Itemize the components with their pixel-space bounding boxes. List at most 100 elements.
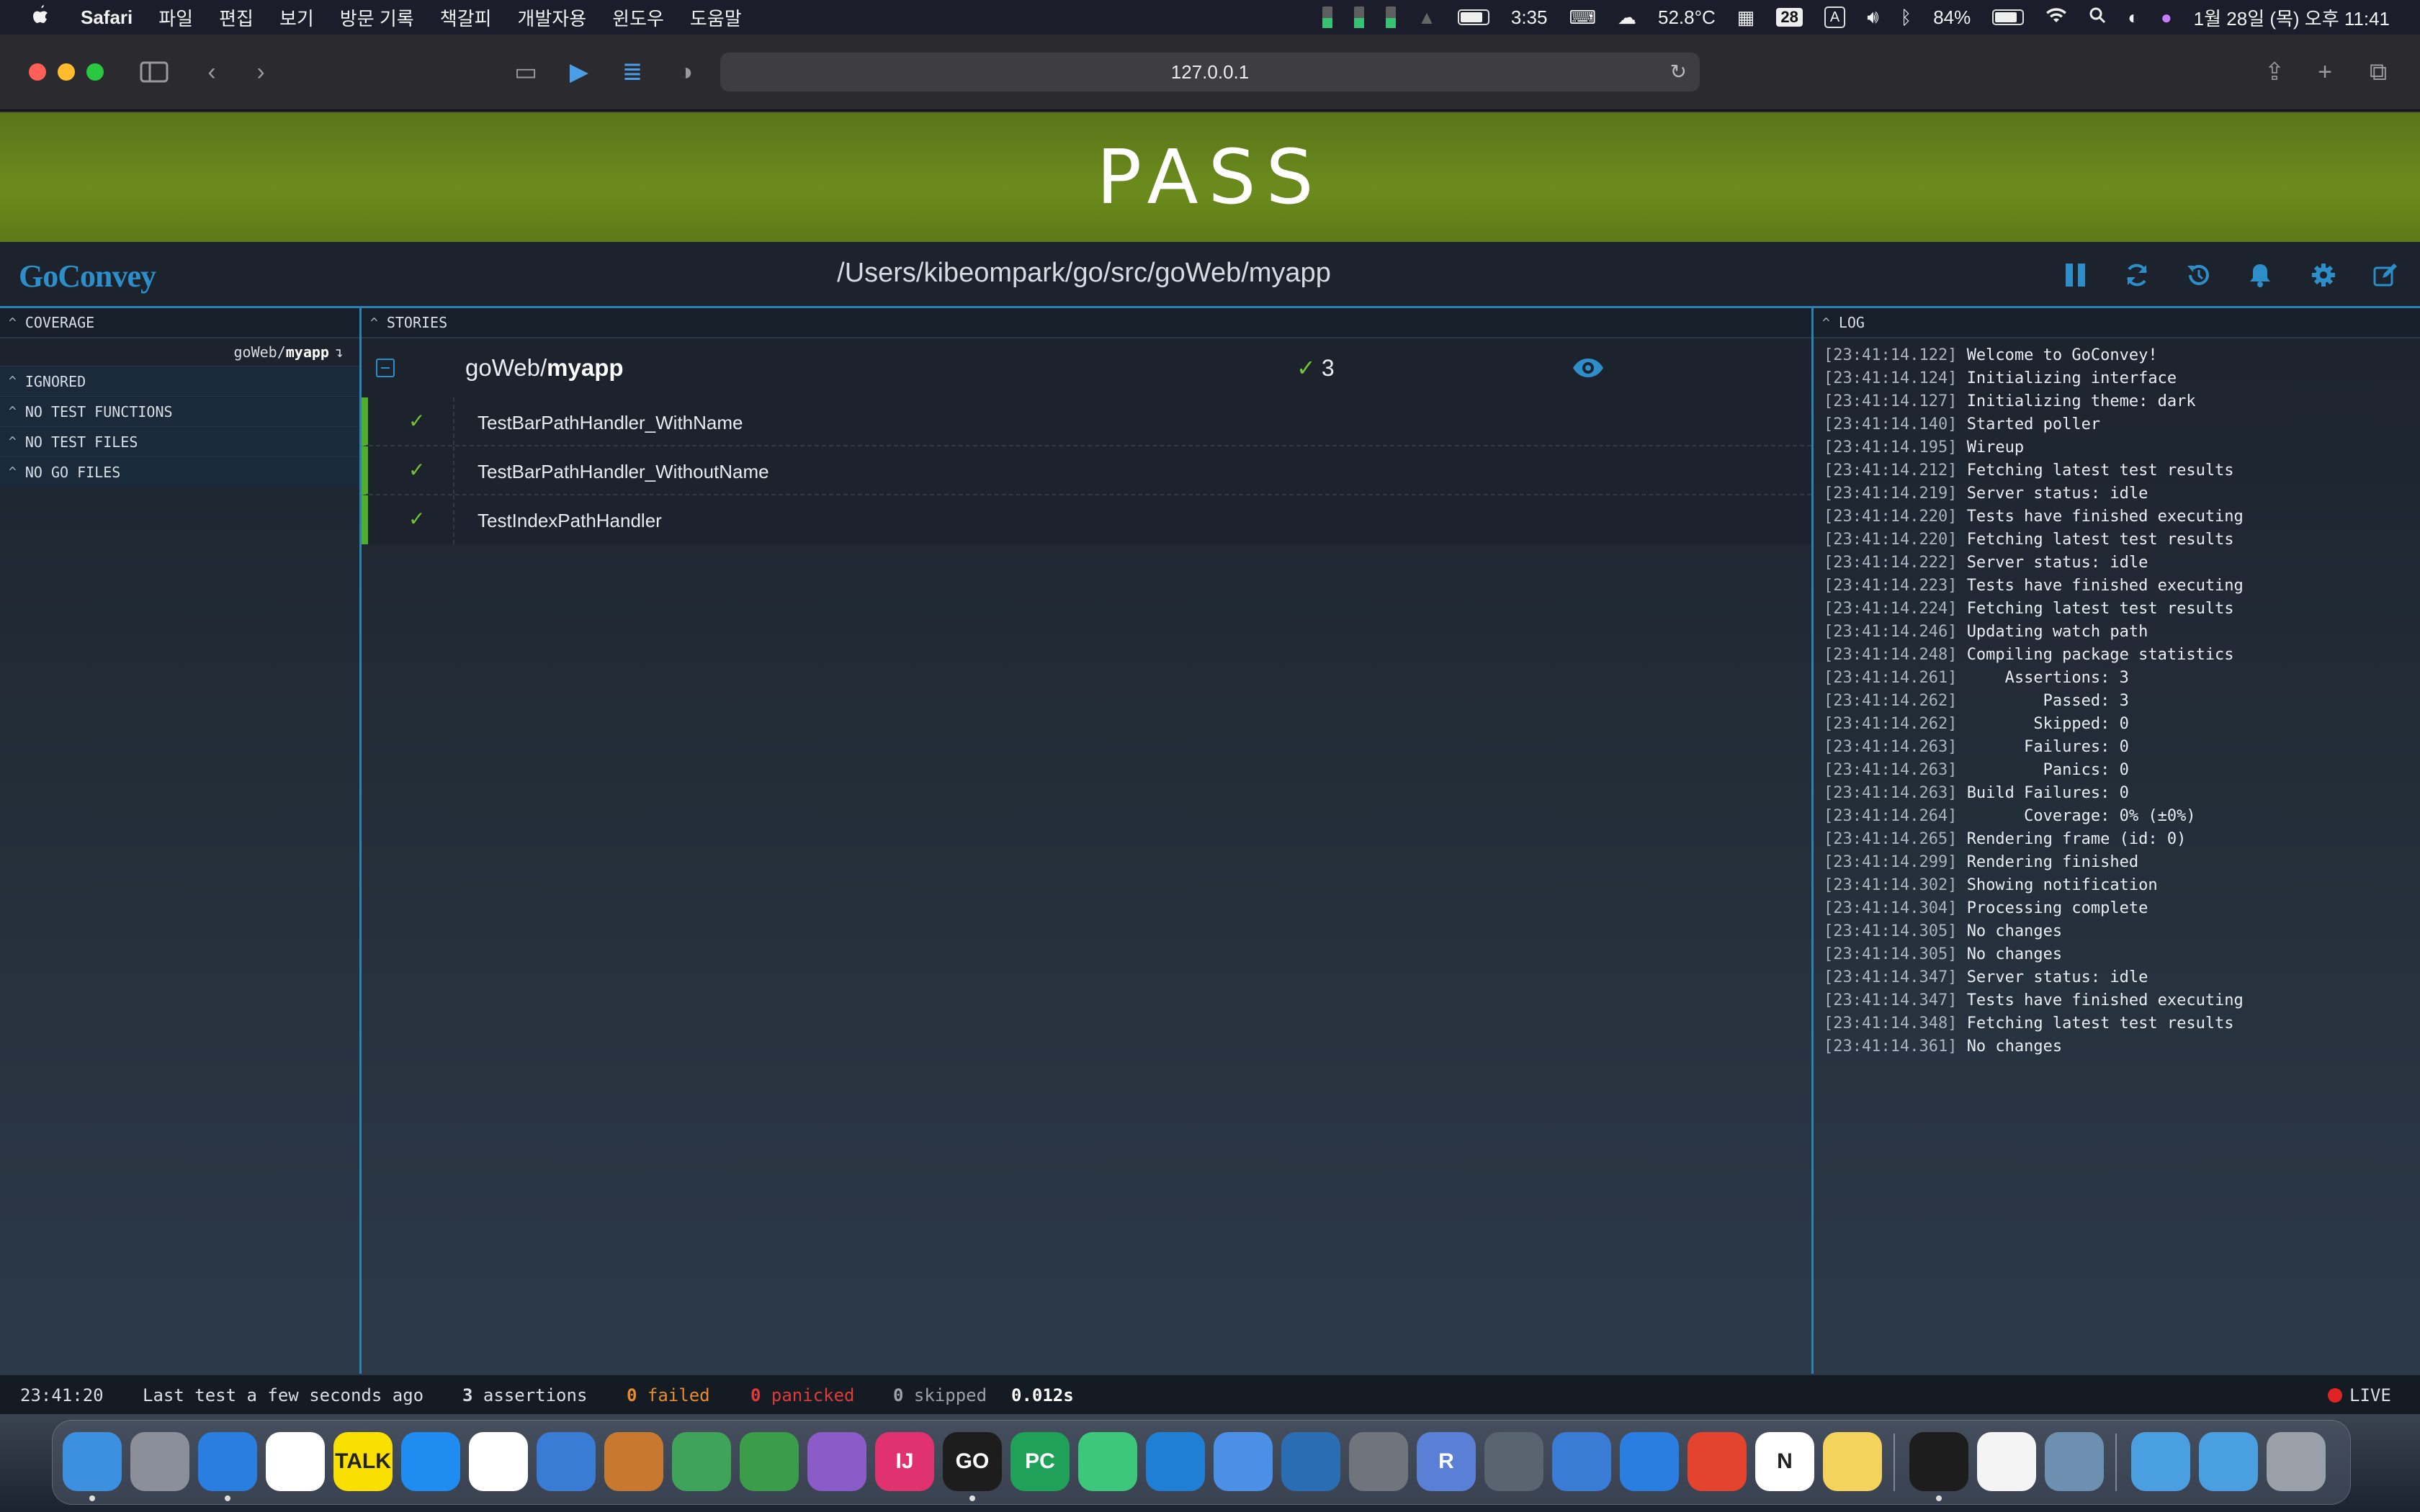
test-row[interactable]: ✓ TestBarPathHandler_WithoutName (362, 446, 1811, 495)
play-extension-icon[interactable]: ▶ (563, 56, 595, 88)
coverage-package-row[interactable]: goWeb/myapp ↴ (0, 338, 359, 366)
gear-icon[interactable] (2306, 258, 2341, 292)
settings-wheel-icon[interactable] (1281, 1432, 1340, 1491)
menu-help[interactable]: 도움말 (690, 4, 742, 31)
reload-icon[interactable]: ↻ (1670, 60, 1687, 84)
forward-icon[interactable]: › (245, 56, 277, 88)
kakaotalk-icon[interactable]: TALK (333, 1432, 393, 1491)
menu-view[interactable]: 보기 (279, 4, 314, 31)
apple-menu-icon[interactable] (30, 4, 59, 31)
back-icon[interactable]: ‹ (196, 56, 228, 88)
pause-icon[interactable] (2058, 258, 2093, 292)
privacy-shield-icon[interactable]: ◑ (670, 56, 702, 88)
vscode-icon[interactable] (1146, 1432, 1205, 1491)
test-row[interactable]: ✓ TestIndexPathHandler (362, 495, 1811, 544)
menu-develop[interactable]: 개발자용 (517, 4, 586, 31)
cpu-meter-icon[interactable] (1354, 6, 1365, 28)
log-header[interactable]: ^ LOG (1814, 308, 2420, 338)
downloads-folder-icon[interactable] (2199, 1432, 2258, 1491)
r-icon[interactable]: R (1417, 1432, 1476, 1491)
battery-percent[interactable]: 84% (1933, 6, 1971, 29)
calendar-badge[interactable]: 28 (1776, 8, 1803, 27)
no-test-files-section[interactable]: ^ NO TEST FILES (0, 426, 359, 456)
mountain-icon[interactable]: ▲ (1417, 6, 1436, 29)
live-indicator[interactable]: LIVE (2328, 1385, 2391, 1405)
coverage-header[interactable]: ^ COVERAGE (0, 308, 359, 338)
atom-icon[interactable] (672, 1432, 731, 1491)
intellij-icon[interactable]: IJ (875, 1432, 934, 1491)
tortoise-icon[interactable] (604, 1432, 663, 1491)
stack-extension-icon[interactable]: ≣ (617, 56, 648, 88)
trash-icon[interactable] (2267, 1432, 2326, 1491)
battery-icon[interactable] (1992, 9, 2025, 25)
open-package-icon[interactable]: ↴ (335, 343, 344, 361)
spotlight-search-icon[interactable] (2089, 6, 2106, 29)
pycharm-icon[interactable]: PC (1010, 1432, 1070, 1491)
keyboard-icon[interactable]: ⌨ (1569, 6, 1596, 29)
folder-icon[interactable] (2131, 1432, 2190, 1491)
terminal-icon[interactable] (1909, 1432, 1968, 1491)
android-studio-icon[interactable] (1078, 1432, 1137, 1491)
widgets-icon[interactable]: ▦ (1737, 6, 1755, 29)
finder-icon[interactable] (63, 1432, 122, 1491)
menu-history[interactable]: 방문 기록 (340, 4, 414, 31)
stickies-icon[interactable] (1823, 1432, 1882, 1491)
menu-file[interactable]: 파일 (158, 4, 193, 31)
menubar-datetime[interactable]: 1월 28일 (목) 오후 11:41 (2194, 4, 2390, 31)
chrome-icon[interactable] (266, 1432, 325, 1491)
menubar-clock[interactable]: 3:35 (1511, 6, 1548, 29)
refresh-icon[interactable] (2120, 258, 2154, 292)
apple-app-icon[interactable] (1620, 1432, 1679, 1491)
volume-icon[interactable]: 🔊︎ (1867, 6, 1878, 29)
cloud-icon[interactable]: ☁ (1618, 6, 1636, 29)
eye-icon[interactable] (1572, 357, 1605, 382)
control-center-icon[interactable]: ◐ (2128, 6, 2139, 29)
system-preferences-icon[interactable] (1349, 1432, 1408, 1491)
new-tab-icon[interactable]: + (2309, 56, 2341, 88)
preview-icon[interactable] (2045, 1432, 2104, 1491)
wifi-icon[interactable] (2045, 6, 2067, 29)
sourcetree-icon[interactable] (740, 1432, 799, 1491)
ignored-section[interactable]: ^ IGNORED (0, 366, 359, 396)
xcode-icon[interactable] (1214, 1432, 1273, 1491)
collapse-icon[interactable] (376, 359, 395, 377)
tab-overview-icon[interactable]: ⧉ (2362, 56, 2394, 88)
sidebar-toggle-icon[interactable] (138, 56, 170, 88)
edit-icon[interactable] (2368, 258, 2403, 292)
input-source-badge[interactable]: A (1824, 6, 1846, 28)
temperature-readout[interactable]: 52.8°C (1658, 6, 1716, 29)
textedit-icon[interactable] (1977, 1432, 2036, 1491)
todoist-icon[interactable] (1688, 1432, 1747, 1491)
goconvey-logo[interactable]: GoConvey (19, 258, 156, 294)
goland-icon[interactable]: GO (943, 1432, 1002, 1491)
menubar-battery-small-icon[interactable] (1457, 9, 1489, 25)
flask-icon[interactable] (1484, 1432, 1543, 1491)
stories-header[interactable]: ^ STORIES (362, 308, 1811, 338)
screen-capture-extension-icon[interactable]: ▭ (510, 56, 542, 88)
minimize-window-button[interactable] (58, 63, 75, 81)
menu-window[interactable]: 윈도우 (612, 4, 664, 31)
safari-icon[interactable] (198, 1432, 257, 1491)
no-test-functions-section[interactable]: ^ NO TEST FUNCTIONS (0, 396, 359, 426)
radar-icon[interactable] (469, 1432, 528, 1491)
github-icon[interactable] (807, 1432, 866, 1491)
word-icon[interactable] (537, 1432, 596, 1491)
bluetooth-icon[interactable]: ᛒ (1901, 6, 1912, 29)
history-icon[interactable] (2181, 258, 2215, 292)
menu-app-name[interactable]: Safari (81, 6, 133, 29)
menu-edit[interactable]: 편집 (219, 4, 254, 31)
paper-plane-icon[interactable] (1552, 1432, 1611, 1491)
siri-icon[interactable]: ● (2161, 6, 2172, 29)
no-go-files-section[interactable]: ^ NO GO FILES (0, 456, 359, 487)
bell-icon[interactable] (2243, 258, 2277, 292)
launchpad-icon[interactable] (130, 1432, 189, 1491)
package-title[interactable]: goWeb/myapp (465, 354, 624, 382)
close-window-button[interactable] (29, 63, 46, 81)
notion-icon[interactable]: N (1755, 1432, 1814, 1491)
address-bar[interactable]: 127.0.0.1 ↻ (720, 53, 1700, 91)
fullscreen-window-button[interactable] (86, 63, 104, 81)
ssd-meter-icon[interactable] (1322, 6, 1333, 28)
app-store-icon[interactable] (401, 1432, 460, 1491)
menu-bookmarks[interactable]: 책갈피 (440, 4, 492, 31)
memory-meter-icon[interactable] (1386, 6, 1397, 28)
